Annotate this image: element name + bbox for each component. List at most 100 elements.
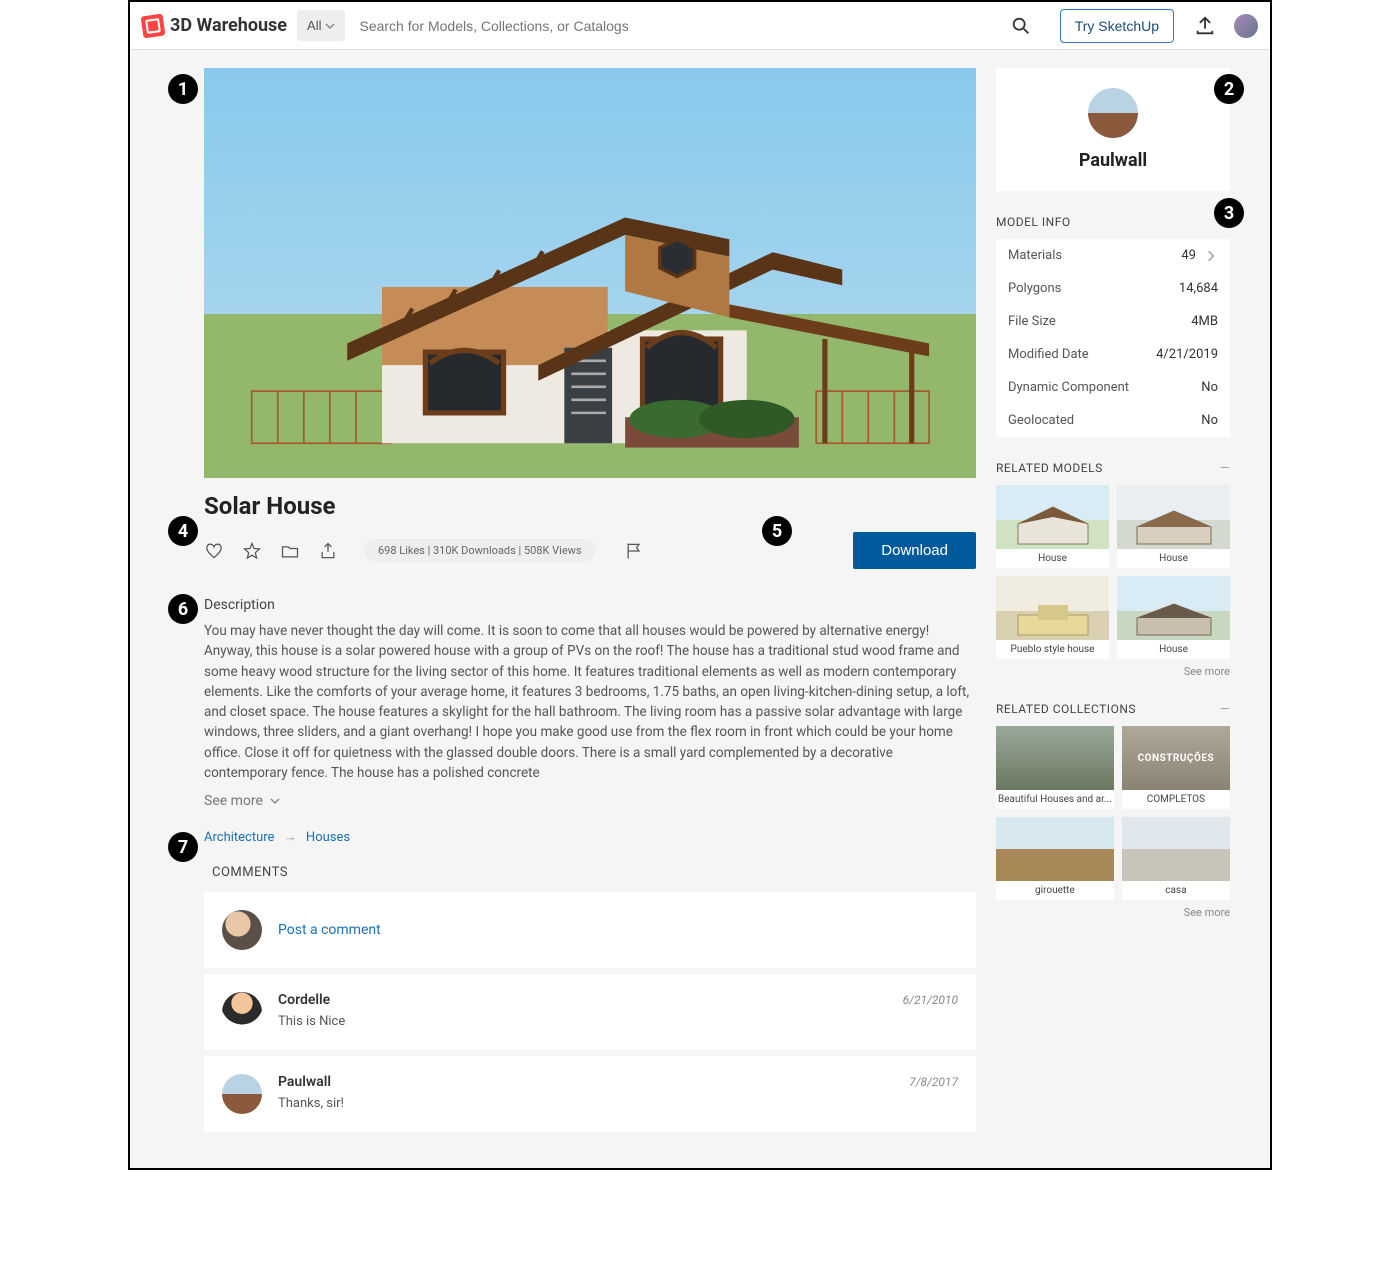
info-row-geolocated: Geolocated No (996, 404, 1230, 437)
search-input[interactable] (355, 10, 999, 42)
description-text: You may have never thought the day will … (204, 621, 976, 783)
see-more-button[interactable]: See more (204, 793, 281, 809)
thumb-caption: Pueblo style house (996, 640, 1109, 659)
user-avatar[interactable] (1234, 14, 1258, 38)
annotation-badge-5: 5 (762, 516, 792, 546)
section-label: RELATED COLLECTIONS (996, 702, 1136, 716)
comment-date: 6/21/2010 (903, 993, 958, 1007)
author-avatar (1088, 88, 1138, 138)
thumb-caption: Beautiful Houses and ar... (996, 790, 1114, 809)
author-card[interactable]: Paulwall (996, 68, 1230, 191)
share-icon[interactable] (318, 541, 338, 561)
related-models-heading[interactable]: RELATED MODELS — (996, 461, 1230, 475)
collapse-icon: — (1220, 461, 1230, 475)
info-label: Polygons (1008, 281, 1061, 296)
related-collection-card[interactable]: CONSTRUÇÕES COMPLETOS (1122, 726, 1230, 809)
thumb-caption: casa (1122, 881, 1230, 900)
related-collections-see-more[interactable]: See more (996, 906, 1230, 919)
breadcrumb-separator: → (284, 830, 297, 845)
breadcrumb-leaf[interactable]: Houses (306, 830, 350, 845)
related-collection-card[interactable]: casa (1122, 817, 1230, 900)
collapse-icon: — (1220, 702, 1230, 716)
breadcrumb: Architecture → Houses (204, 829, 976, 845)
related-model-card[interactable]: House (996, 485, 1109, 568)
logo-icon (141, 13, 166, 38)
info-value: 14,684 (1179, 281, 1218, 296)
info-row-materials[interactable]: Materials 49 (996, 239, 1230, 272)
upload-icon[interactable] (1194, 15, 1216, 37)
info-row-modified: Modified Date 4/21/2019 (996, 338, 1230, 371)
chevron-down-icon (325, 21, 335, 31)
folder-icon[interactable] (280, 541, 300, 561)
related-collection-card[interactable]: Beautiful Houses and ar... (996, 726, 1114, 809)
annotation-badge-7: 7 (168, 832, 198, 862)
info-row-polygons: Polygons 14,684 (996, 272, 1230, 305)
section-label: RELATED MODELS (996, 461, 1103, 475)
related-collections-grid: Beautiful Houses and ar... CONSTRUÇÕES C… (996, 726, 1230, 900)
info-label: Materials (1008, 248, 1062, 263)
commenter-avatar[interactable] (222, 1074, 262, 1114)
site-logo[interactable]: 3D Warehouse (142, 15, 287, 37)
breadcrumb-root[interactable]: Architecture (204, 830, 274, 845)
info-value: No (1201, 380, 1218, 395)
comment-author[interactable]: Cordelle (278, 992, 330, 1008)
annotation-badge-4: 4 (168, 516, 198, 546)
info-label: File Size (1008, 314, 1056, 329)
comments-heading: COMMENTS (212, 865, 976, 880)
download-button[interactable]: Download (853, 532, 976, 569)
comment-text: This is Nice (278, 1014, 958, 1029)
info-label: Dynamic Component (1008, 380, 1129, 395)
info-value: 4MB (1191, 314, 1218, 329)
related-collection-card[interactable]: girouette (996, 817, 1114, 900)
thumb-caption: House (1117, 640, 1230, 659)
info-row-dynamic: Dynamic Component No (996, 371, 1230, 404)
thumb-caption: House (996, 549, 1109, 568)
top-header: 3D Warehouse All Try SketchUp (130, 2, 1270, 50)
comment-author[interactable]: Paulwall (278, 1074, 331, 1090)
description-label: Description (204, 597, 976, 613)
annotation-badge-2: 2 (1214, 74, 1244, 104)
model-title: Solar House (204, 492, 976, 520)
like-icon[interactable] (204, 541, 224, 561)
see-more-label: See more (204, 793, 263, 809)
info-value: 49 (1181, 248, 1196, 263)
section-label: MODEL INFO (996, 215, 1071, 229)
chevron-right-icon (1204, 249, 1218, 263)
annotation-badge-6: 6 (168, 594, 198, 624)
related-collections-heading[interactable]: RELATED COLLECTIONS — (996, 702, 1230, 716)
model-info-list: Materials 49 Polygons 14,684 File Size 4… (996, 239, 1230, 437)
related-model-card[interactable]: House (1117, 485, 1230, 568)
related-models-see-more[interactable]: See more (996, 665, 1230, 678)
thumb-caption: COMPLETOS (1122, 790, 1230, 809)
annotation-badge-3: 3 (1214, 198, 1244, 228)
model-hero-image[interactable] (204, 68, 976, 478)
filter-label: All (307, 18, 321, 33)
annotation-badge-1: 1 (168, 74, 198, 104)
comment-text: Thanks, sir! (278, 1096, 958, 1111)
thumb-caption: House (1117, 549, 1230, 568)
model-info-heading[interactable]: MODEL INFO — (996, 215, 1230, 229)
try-sketchup-button[interactable]: Try SketchUp (1060, 9, 1174, 43)
info-row-filesize: File Size 4MB (996, 305, 1230, 338)
info-value: No (1201, 413, 1218, 428)
related-model-card[interactable]: Pueblo style house (996, 576, 1109, 659)
star-icon[interactable] (242, 541, 262, 561)
author-name: Paulwall (1016, 150, 1210, 171)
related-models-grid: House House Pueblo style house House (996, 485, 1230, 659)
logo-text: 3D Warehouse (170, 15, 287, 36)
collection-overlay-text: CONSTRUÇÕES (1138, 753, 1215, 764)
search-filter-dropdown[interactable]: All (297, 10, 345, 41)
flag-icon[interactable] (624, 541, 644, 561)
search-icon[interactable] (1010, 15, 1032, 37)
model-toolbar: 698 Likes | 310K Downloads | 508K Views … (204, 532, 976, 569)
stats-pill: 698 Likes | 310K Downloads | 508K Views (364, 539, 596, 562)
related-model-card[interactable]: House (1117, 576, 1230, 659)
post-comment-link[interactable]: Post a comment (278, 922, 381, 938)
comment-item: Paulwall 7/8/2017 Thanks, sir! (204, 1056, 976, 1132)
comment-item: Cordelle 6/21/2010 This is Nice (204, 974, 976, 1050)
info-label: Geolocated (1008, 413, 1074, 428)
thumb-caption: girouette (996, 881, 1114, 900)
commenter-avatar[interactable] (222, 992, 262, 1032)
current-user-avatar[interactable] (222, 910, 262, 950)
info-value: 4/21/2019 (1156, 347, 1218, 362)
